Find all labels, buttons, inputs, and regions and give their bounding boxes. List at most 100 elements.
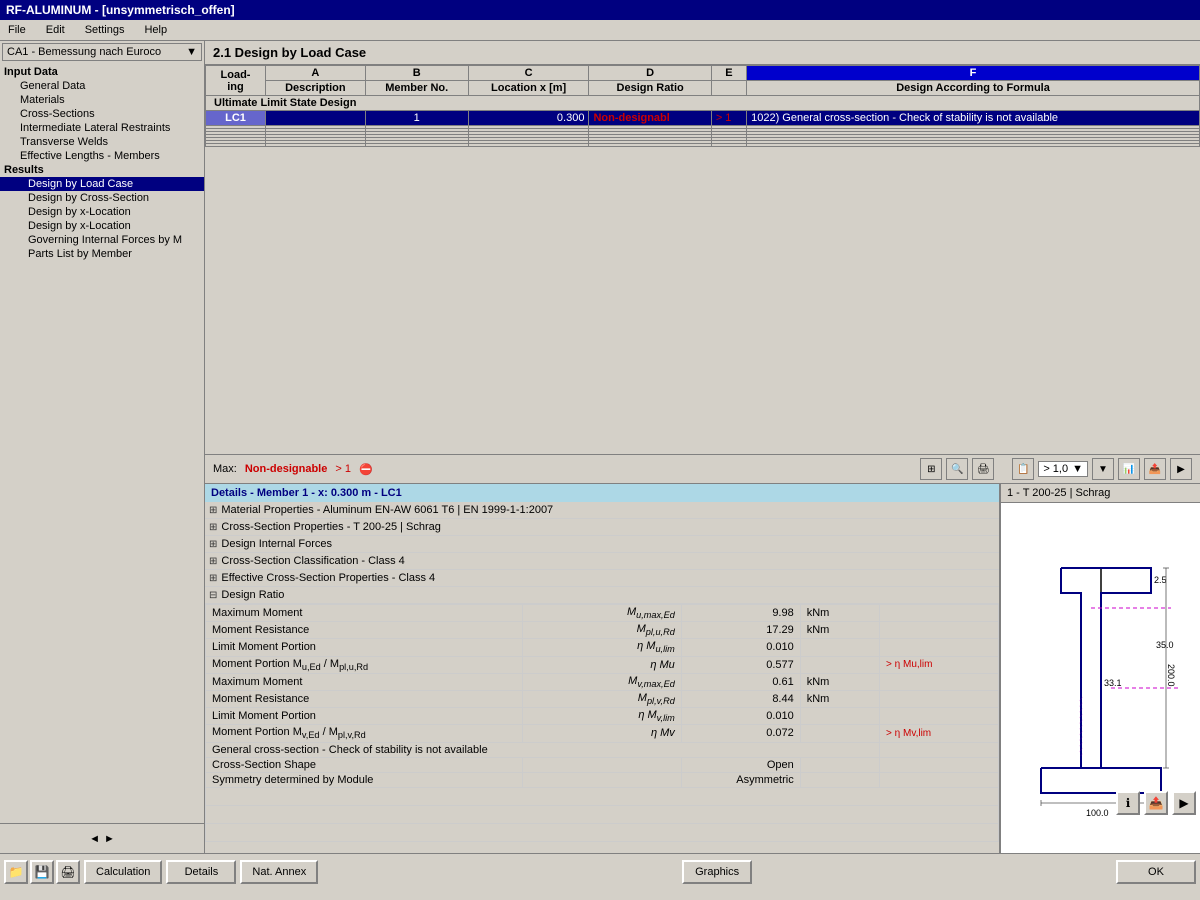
toolbar-icon-3[interactable]: 🖨 (56, 860, 80, 884)
toolbar-icon-1[interactable]: 📁 (4, 860, 28, 884)
detail-section-design-ratio: ⊟ Design Ratio Maximum Moment Mu,max,Ed … (205, 587, 999, 842)
sidebar-item-cross-sections[interactable]: Cross-Sections (0, 107, 204, 121)
error-icon: ⛔ (359, 463, 373, 476)
dr-note-1 (880, 622, 999, 639)
dr-val-5: 8.44 (681, 690, 800, 707)
dr-unit-1: kNm (800, 622, 879, 639)
col-b-header: B (365, 66, 468, 81)
calculation-button[interactable]: Calculation (84, 860, 162, 884)
dr-note-5 (880, 690, 999, 707)
col-a-header: A (266, 66, 366, 81)
dr-note-7: > η Mv,lim (880, 725, 999, 742)
detail-section-cs-props: ⊞ Cross-Section Properties - T 200-25 | … (205, 519, 999, 536)
toolbar-tools: ⊞ 🔍 🖨 📋 > 1,0 ▼ ▼ 📊 📤 ▶ (920, 458, 1192, 480)
section-header-material[interactable]: ⊞ Material Properties - Aluminum EN-AW 6… (205, 502, 999, 519)
svg-text:200.0: 200.0 (1166, 664, 1176, 687)
expand-icon-eff-cs: ⊞ (209, 573, 217, 584)
sidebar-item-design-by-member[interactable]: Design by x-Location (0, 205, 204, 219)
tool-btn-2[interactable]: 🔍 (946, 458, 968, 480)
uls-label: Ultimate Limit State Design (206, 96, 1200, 111)
expand-icon-cs-props: ⊞ (209, 522, 217, 533)
empty-detail-row-3 (206, 823, 999, 841)
sidebar-item-general-data[interactable]: General Data (0, 79, 204, 93)
menu-settings[interactable]: Settings (81, 22, 129, 38)
sidebar-category-input: Input Data (0, 65, 204, 79)
status-bar: Max: Non-designable > 1 ⛔ ⊞ 🔍 🖨 📋 > 1,0 … (205, 455, 1200, 484)
filter-btn[interactable]: ▼ (1092, 458, 1114, 480)
sidebar-item-parts-list[interactable]: Parts List by Member (0, 247, 204, 261)
section-header-int-forces[interactable]: ⊞ Design Internal Forces (205, 536, 999, 553)
filter-box[interactable]: > 1,0 ▼ (1038, 461, 1088, 477)
dr-sym-1: Mpl,u,Rd (523, 622, 682, 639)
sidebar-item-int-lat-restraints[interactable]: Intermediate Lateral Restraints (0, 121, 204, 135)
dr-label-9: Cross-Section Shape (206, 757, 523, 772)
content-header: 2.1 Design by Load Case (205, 41, 1200, 65)
dr-sym-4: Mv,max,Ed (523, 673, 682, 690)
cs-export-btn[interactable]: 📤 (1144, 791, 1168, 815)
section-header-eff-cs[interactable]: ⊞ Effective Cross-Section Properties - C… (205, 570, 999, 587)
sidebar-item-eff-lengths[interactable]: Effective Lengths - Members (0, 149, 204, 163)
details-button[interactable]: Details (166, 860, 236, 884)
nat-annex-button[interactable]: Nat. Annex (240, 860, 318, 884)
design-table: Load-ing A B C D E F Description Member … (205, 65, 1200, 147)
section-header-design-ratio[interactable]: ⊟ Design Ratio (205, 587, 999, 604)
detail-section-int-forces: ⊞ Design Internal Forces (205, 536, 999, 553)
sidebar-item-design-by-x[interactable]: Design by x-Location (0, 219, 204, 233)
cs-info-btn[interactable]: ℹ (1116, 791, 1140, 815)
scroll-left-icon[interactable]: ◄ (89, 833, 100, 845)
col-a-sub: Description (266, 81, 366, 96)
expand-icon-design-ratio: ⊟ (209, 590, 217, 601)
section-label-cs-class: Cross-Section Classification - Class 4 (221, 555, 404, 567)
dr-note-8 (880, 742, 999, 757)
col-e-header: E (711, 66, 746, 81)
dr-sym-6: η Mv,lim (523, 708, 682, 725)
title-bar: RF-ALUMINUM - [unsymmetrisch_offen] (0, 0, 1200, 20)
graphics-button[interactable]: Graphics (682, 860, 752, 884)
toolbar-icon-2[interactable]: 💾 (30, 860, 54, 884)
dr-label-10: Symmetry determined by Module (206, 772, 523, 787)
ca-value: CA1 - Bemessung nach Euroco (7, 46, 161, 58)
cs-view-btn[interactable]: ▶ (1172, 791, 1196, 815)
tool-btn-3[interactable]: 🖨 (972, 458, 994, 480)
export-btn-2[interactable]: 📤 (1144, 458, 1166, 480)
col-b-sub: Member No. (365, 81, 468, 96)
sidebar-item-materials[interactable]: Materials (0, 93, 204, 107)
section-header-cs-class[interactable]: ⊞ Cross-Section Classification - Class 4 (205, 553, 999, 570)
ca-selector[interactable]: CA1 - Bemessung nach Euroco ▼ (2, 43, 202, 61)
sidebar-item-design-by-cs[interactable]: Design by Cross-Section (0, 191, 204, 205)
dr-sym-9 (523, 757, 682, 772)
dr-sym-5: Mpl,v,Rd (523, 690, 682, 707)
cell-location: 0.300 (468, 111, 589, 126)
export-btn-1[interactable]: 📊 (1118, 458, 1140, 480)
max-value: Non-designable (245, 463, 328, 475)
tool-btn-4[interactable]: 📋 (1012, 458, 1034, 480)
cell-formula: 1022) General cross-section - Check of s… (747, 111, 1200, 126)
cs-svg: 2.5 200.0 35.0 33.1 (1011, 548, 1191, 828)
ok-button[interactable]: OK (1116, 860, 1196, 884)
scroll-right-icon[interactable]: ► (104, 833, 115, 845)
design-ratio-table: Maximum Moment Mu,max,Ed 9.98 kNm Moment… (205, 604, 999, 842)
menu-help[interactable]: Help (140, 22, 171, 38)
filter-value: > 1,0 (1043, 463, 1068, 475)
dr-label-7: Moment Portion Mv,Ed / Mpl,v,Rd (206, 725, 523, 742)
sidebar-bottom: ◄ ► (0, 823, 204, 853)
dr-val-3: 0.577 (681, 656, 800, 673)
cell-ratio-flag: > 1 (711, 111, 746, 126)
col-f-sub: Design According to Formula (747, 81, 1200, 96)
dr-label-2: Limit Moment Portion (206, 639, 523, 656)
dr-sym-10 (523, 772, 682, 787)
menu-edit[interactable]: Edit (42, 22, 69, 38)
export-btn-3[interactable]: ▶ (1170, 458, 1192, 480)
dr-val-1: 17.29 (681, 622, 800, 639)
section-header-cs-props[interactable]: ⊞ Cross-Section Properties - T 200-25 | … (205, 519, 999, 536)
sidebar-item-design-by-lc[interactable]: Design by Load Case (0, 177, 204, 191)
sidebar-tree: Input Data General Data Materials Cross-… (0, 63, 204, 823)
table-row[interactable]: LC1 1 0.300 Non-designabl > 1 1022) Gene… (206, 111, 1200, 126)
sidebar-item-transverse-welds[interactable]: Transverse Welds (0, 135, 204, 149)
sidebar-item-gov-int-forces[interactable]: Governing Internal Forces by M (0, 233, 204, 247)
ca-arrow: ▼ (186, 46, 197, 58)
tool-btn-1[interactable]: ⊞ (920, 458, 942, 480)
upper-table-area: Load-ing A B C D E F Description Member … (205, 65, 1200, 455)
menu-file[interactable]: File (4, 22, 30, 38)
gt-value: > 1 (335, 463, 351, 475)
